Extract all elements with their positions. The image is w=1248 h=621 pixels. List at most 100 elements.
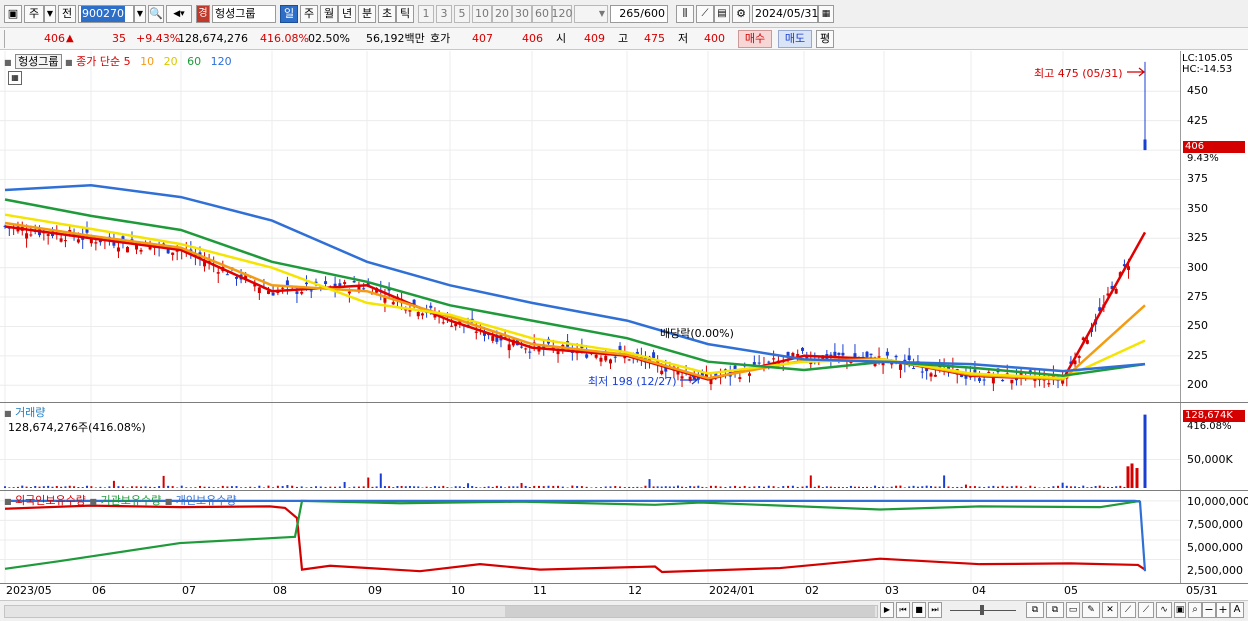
volume-bar	[644, 485, 647, 488]
volume-bar	[73, 486, 76, 488]
tab-month[interactable]: 월	[320, 5, 338, 23]
sell-button[interactable]: 매도	[778, 30, 812, 48]
stock-code-input[interactable]: 900270	[78, 5, 134, 23]
gear-icon[interactable]: ⚙	[732, 5, 750, 23]
volume-bar	[978, 486, 981, 488]
draw-tool-icon[interactable]: ✎	[1082, 602, 1100, 618]
layout-icon[interactable]: ⧉	[1026, 602, 1044, 618]
link-icon[interactable]: ⟋	[1138, 602, 1154, 618]
x-axis-right-label: 05/31	[1186, 584, 1218, 597]
horizontal-scrollbar[interactable]	[4, 605, 878, 618]
volume-bar	[595, 487, 598, 488]
tab-year[interactable]: 년	[338, 5, 356, 23]
market-select[interactable]: 주	[24, 5, 44, 23]
eval-button[interactable]: 평	[816, 30, 834, 48]
stock-name-field[interactable]: 헝셩그룹	[212, 5, 276, 23]
zoom-icon[interactable]: ⌕	[1188, 602, 1202, 618]
candle-body	[604, 355, 608, 361]
volume-bar	[240, 487, 243, 488]
volume-bar	[983, 487, 986, 488]
interval-dropdown[interactable]: ▼	[574, 5, 608, 23]
volume-bar	[1111, 486, 1114, 488]
code-dropdown-icon[interactable]: ▼	[134, 5, 146, 23]
market-dropdown-icon[interactable]: ▼	[44, 5, 56, 23]
candle-icon[interactable]: ⫼	[676, 5, 694, 23]
volume-panel[interactable]: ■ 거래량 128,674,276주(416.08%)	[0, 403, 1180, 490]
high-annotation: 최고 475 (05/31)	[1034, 67, 1123, 80]
volume-bar	[817, 485, 820, 488]
zoom-out-icon[interactable]: −	[1202, 602, 1216, 618]
tab-tick[interactable]: 틱	[396, 5, 414, 23]
price-tick-label: 300	[1187, 260, 1208, 274]
candle-body	[352, 281, 356, 283]
candle-body	[362, 288, 366, 290]
wave-icon[interactable]: ∿	[1156, 602, 1172, 618]
holdings-panel[interactable]: ■ 외국인보유수량 ■ 기관보유수량 ■ 개인보유수량	[0, 491, 1180, 583]
candle-body	[907, 355, 911, 361]
interval-30[interactable]: 30	[512, 5, 532, 23]
volume-bar	[821, 487, 824, 488]
tab-day[interactable]: 일	[280, 5, 298, 23]
volume-bar	[149, 486, 152, 488]
interval-20[interactable]: 20	[492, 5, 512, 23]
calendar-icon[interactable]: ▦	[818, 5, 834, 23]
zoom-slider-handle[interactable]	[980, 605, 984, 615]
candle-body	[112, 242, 116, 246]
stop-icon[interactable]: ■	[912, 602, 926, 618]
volume-bar	[1020, 486, 1023, 488]
scroll-right-icon[interactable]: ▶	[880, 602, 894, 618]
zoom-slider[interactable]	[950, 605, 1016, 615]
interval-1[interactable]: 1	[418, 5, 434, 23]
count-input[interactable]: 265/600	[610, 5, 668, 23]
individual-holdings-line	[5, 499, 1147, 572]
candle-body	[912, 368, 916, 370]
volume-bar	[319, 486, 322, 488]
rewind-icon[interactable]: ⏮	[896, 602, 910, 618]
buy-button[interactable]: 매수	[738, 30, 772, 48]
candle-body	[865, 351, 869, 357]
window-split-icon[interactable]: ▭	[1066, 602, 1080, 618]
interval-60[interactable]: 60	[532, 5, 552, 23]
line-tool-icon[interactable]: ⟋	[696, 5, 714, 23]
volume-bar	[724, 486, 727, 488]
volume-bar	[604, 486, 607, 488]
low-annotation: 최저 198 (12/27)	[588, 375, 677, 388]
interval-3[interactable]: 3	[436, 5, 452, 23]
volume-bar	[117, 486, 120, 488]
volume-bar	[404, 486, 407, 488]
copy-icon[interactable]: ⧉	[1046, 602, 1064, 618]
save-icon[interactable]: ▤	[714, 5, 730, 23]
current-price: 406	[44, 32, 65, 45]
scrollbar-thumb[interactable]	[505, 606, 875, 617]
volume-bar	[1078, 487, 1081, 488]
zoom-in-icon[interactable]: +	[1216, 602, 1230, 618]
search-icon[interactable]: 🔍	[148, 5, 164, 23]
volume-bar	[791, 485, 794, 488]
interval-1-label: 1	[422, 7, 430, 20]
turnover-rate: 02.50%	[308, 32, 350, 45]
price-panel[interactable]: ■ 헝셩그룹 ■ 종가 단순 5 10 20 60 120 ▦ 최고 475 (…	[0, 51, 1180, 402]
candle-body	[491, 336, 495, 341]
text-tool-icon[interactable]: A	[1230, 602, 1244, 618]
grid-toggle-icon[interactable]: ▦	[8, 71, 22, 85]
tab-minute[interactable]: 분	[358, 5, 376, 23]
volume-bar	[599, 487, 602, 488]
volume-bar	[77, 486, 80, 488]
cross-icon[interactable]: ✕	[1102, 602, 1118, 618]
volume-bar	[371, 486, 374, 488]
interval-120[interactable]: 120	[552, 5, 573, 23]
image-icon[interactable]: ▣	[1174, 602, 1186, 618]
trend-line-icon[interactable]: ⟋	[1120, 602, 1136, 618]
date-input[interactable]: 2024/05/31	[752, 5, 818, 23]
fast-forward-icon[interactable]: ⏭	[928, 602, 942, 618]
window-icon[interactable]: ▣	[4, 5, 22, 23]
candle-body	[1010, 379, 1014, 384]
interval-5[interactable]: 5	[454, 5, 470, 23]
speaker-icon[interactable]: ◀▾	[166, 5, 192, 23]
tab-week[interactable]: 주	[300, 5, 318, 23]
legend-stock-name[interactable]: 헝셩그룹	[15, 54, 62, 69]
prev-button[interactable]: 전	[58, 5, 76, 23]
tab-second[interactable]: 초	[378, 5, 396, 23]
interval-10[interactable]: 10	[472, 5, 492, 23]
price-tick-label: 225	[1187, 348, 1208, 362]
